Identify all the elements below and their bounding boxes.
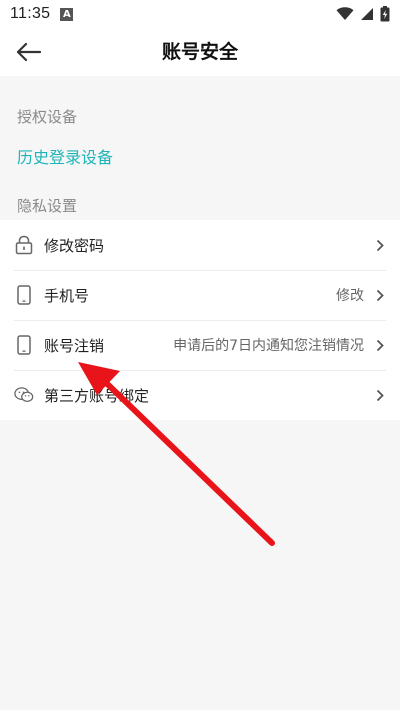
status-icons	[336, 6, 390, 22]
chevron-right-icon	[374, 339, 386, 352]
change-password-row[interactable]: 修改密码	[0, 220, 400, 270]
change-password-label: 修改密码	[44, 236, 105, 255]
page-title: 账号安全	[161, 41, 238, 63]
account-deletion-value: 申请后的7日内通知您注销情况	[173, 338, 364, 354]
chevron-right-icon	[374, 389, 386, 402]
battery-charging-icon	[380, 6, 390, 22]
notification-badge: A	[60, 7, 74, 21]
signal-icon	[361, 8, 373, 20]
status-time: 11:35	[10, 5, 51, 22]
phone-number-row[interactable]: 手机号 修改	[0, 270, 400, 320]
section-label-privacy: 隐私设置	[17, 197, 78, 215]
third-party-binding-row[interactable]: 第三方账号绑定	[0, 370, 400, 420]
chevron-right-icon	[374, 239, 386, 252]
phone-icon	[14, 284, 34, 306]
phone-icon	[14, 334, 34, 356]
back-button[interactable]	[10, 34, 46, 70]
phone-number-label: 手机号	[44, 286, 90, 305]
phone-number-value: 修改	[336, 288, 364, 304]
third-party-binding-label: 第三方账号绑定	[44, 386, 150, 405]
lock-icon	[14, 234, 34, 256]
privacy-settings-list: 修改密码 手机号 修改 账号注销 申请后的7日内通知您注销情况 第三方账号绑定	[0, 220, 400, 420]
account-deletion-row[interactable]: 账号注销 申请后的7日内通知您注销情况	[0, 320, 400, 370]
chevron-right-icon	[374, 289, 386, 302]
app-bar: 账号安全	[0, 28, 400, 76]
status-bar: 11:35 A	[0, 0, 400, 28]
login-history-link[interactable]: 历史登录设备	[17, 144, 113, 168]
account-deletion-label: 账号注销	[44, 336, 105, 355]
wifi-icon	[336, 7, 354, 20]
section-label-authorized-devices: 授权设备	[17, 108, 78, 126]
wechat-icon	[14, 384, 34, 406]
arrow-left-icon	[16, 42, 41, 62]
